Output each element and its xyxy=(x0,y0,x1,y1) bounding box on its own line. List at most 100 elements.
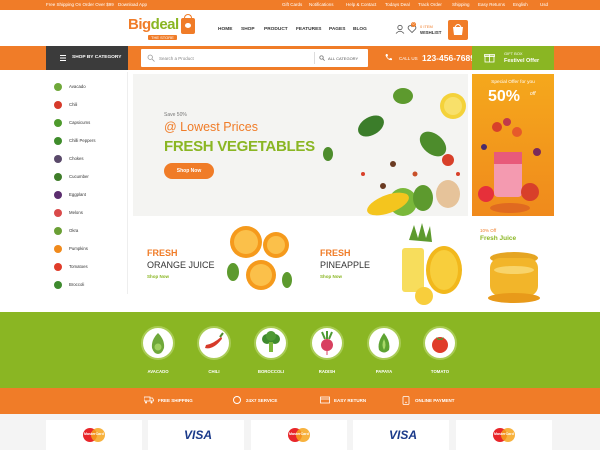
promo-shop-now-link[interactable]: Shop Now xyxy=(147,274,169,279)
promo-title: PINEAPPLE xyxy=(320,260,371,270)
truck-icon xyxy=(144,396,154,404)
sidebar-item-label: Avacado xyxy=(69,84,86,89)
sidebar-item-melons[interactable]: Melons xyxy=(52,206,126,220)
nav-blog[interactable]: BLOG xyxy=(353,27,367,32)
broccoli-icon xyxy=(262,331,280,352)
sidebar-item-tomatoes[interactable]: Tomatoes xyxy=(52,260,126,274)
nav-features[interactable]: FEATURES xyxy=(296,27,322,32)
artichoke-icon xyxy=(54,155,62,163)
tomato-icon xyxy=(54,263,62,271)
pepper-icon xyxy=(54,137,62,145)
promo-title: Fresh Juice xyxy=(480,235,517,242)
sidebar-item-capsicums[interactable]: Capsicums xyxy=(52,116,126,130)
cart-button[interactable] xyxy=(448,20,468,40)
toplink-todays-deal[interactable]: Todays Deal xyxy=(385,2,410,7)
sidebar-item-label: Chili xyxy=(69,102,78,107)
wishlist-count: 0 xyxy=(411,22,416,27)
promo-fresh-juice[interactable]: 10% Off Fresh Juice xyxy=(472,220,554,306)
feature-free-shipping: FREE SHIPPING xyxy=(158,398,193,403)
category-label: BOROCCOLI xyxy=(257,369,285,374)
sidebar-item-eggplant[interactable]: Eggplant xyxy=(52,188,126,202)
nav-product[interactable]: PRODUCT xyxy=(264,27,288,32)
sidebar-item-okra[interactable]: Okra xyxy=(52,224,126,238)
currency-select[interactable]: Usd xyxy=(540,2,548,7)
radish-icon xyxy=(321,331,333,355)
chili-icon xyxy=(205,332,224,349)
sidebar-item-label: Melons xyxy=(69,210,83,215)
sidebar-item-broccoli[interactable]: Broccoli xyxy=(52,278,126,292)
special-offer-percent: 50% xyxy=(488,88,521,105)
sidebar-item-chokes[interactable]: Chokes xyxy=(52,152,126,166)
toplink-track-order[interactable]: Track Order xyxy=(418,2,442,7)
header: Bigdeal THE STORE HOME SHOP PRODUCT FEAT… xyxy=(0,10,600,46)
sidebar-item-chili[interactable]: Chili xyxy=(52,98,126,112)
category-search-icon xyxy=(319,55,325,61)
payment-card-mastercard: MasterCard xyxy=(456,420,552,450)
melon-icon xyxy=(54,209,62,217)
sidebar-item-pumpkins[interactable]: Pumpkins xyxy=(52,242,126,256)
sidebar-item-chilli-peppers[interactable]: Chilli Peppers xyxy=(52,134,126,148)
shopping-bag-icon xyxy=(181,14,195,34)
eggplant-icon xyxy=(54,191,62,199)
promo-pineapple[interactable]: FRESH PINEAPPLE Shop Now xyxy=(304,220,468,306)
toplink-help[interactable]: Help & Contact xyxy=(346,2,376,7)
category-tomato[interactable] xyxy=(423,326,457,360)
category-sidebar: Avacado Chili Capsicums Chilli Peppers C… xyxy=(46,72,128,294)
category-papaya[interactable] xyxy=(367,326,401,360)
category-chili[interactable] xyxy=(197,326,231,360)
all-category-select[interactable]: ALL CATEGORY xyxy=(328,56,358,61)
toplink-easy-returns[interactable]: Easy Returns xyxy=(478,2,505,7)
category-radish[interactable] xyxy=(310,326,344,360)
smoothie-image xyxy=(478,118,541,213)
papaya-icon xyxy=(378,333,390,353)
avocado-icon xyxy=(151,333,165,354)
capsicum-icon xyxy=(54,119,62,127)
category-band xyxy=(0,312,600,388)
promo-shop-now-link[interactable]: Shop Now xyxy=(320,274,342,279)
cart-icon xyxy=(453,24,463,35)
special-offer-banner[interactable]: Special Offer for you 50% off xyxy=(472,74,554,216)
wishlist-label[interactable]: WISHLIST xyxy=(420,30,442,35)
payment-card-visa: VISA xyxy=(148,420,244,450)
sidebar-item-cucumber[interactable]: Cucumber xyxy=(52,170,126,184)
hero-save-text: Save 50% xyxy=(164,112,187,118)
vegetables-image xyxy=(323,88,466,216)
page: Free Shipping On Order Over $99 Download… xyxy=(0,0,600,450)
category-broccoli[interactable] xyxy=(254,326,288,360)
toplink-shipping[interactable]: Shipping xyxy=(452,2,470,7)
gift-box-banner[interactable]: GIFT BOX Festivel Offer xyxy=(472,46,554,70)
feature-easy-return: EASY RETURN xyxy=(334,398,367,403)
sidebar-item-label: Cucumber xyxy=(69,174,89,179)
special-offer-off: off xyxy=(530,91,536,97)
logo[interactable]: Bigdeal xyxy=(128,16,179,33)
nav-shop[interactable]: SHOP xyxy=(241,27,255,32)
category-label: CHILI xyxy=(208,369,220,374)
user-icon[interactable] xyxy=(395,24,405,34)
okra-icon xyxy=(54,227,62,235)
category-label: PAPAYA xyxy=(375,369,393,374)
shop-by-category-button[interactable]: SHOP BY CATEGORY xyxy=(46,46,128,70)
search-icon xyxy=(147,54,155,62)
toplink-gift-cards[interactable]: Gift Cards xyxy=(282,2,302,7)
toplink-notifications[interactable]: Notifications xyxy=(309,2,334,7)
wishlist-price: 0 ITEM xyxy=(420,24,433,29)
return-icon xyxy=(320,396,330,404)
hero-shop-now-button[interactable]: Shop Now xyxy=(164,163,214,179)
tomato-icon xyxy=(432,337,448,353)
sidebar-item-avacado[interactable]: Avacado xyxy=(52,80,126,94)
sidebar-item-label: Tomatoes xyxy=(69,264,88,269)
category-avacado[interactable] xyxy=(141,326,175,360)
honey-jar-image xyxy=(488,252,540,303)
search-input[interactable]: Search a Product xyxy=(159,56,194,61)
download-app-link[interactable]: Download App xyxy=(118,2,147,7)
top-bar: Free Shipping On Order Over $99 Download… xyxy=(0,0,600,10)
broccoli-icon xyxy=(54,281,62,289)
nav-home[interactable]: HOME xyxy=(218,27,232,32)
sidebar-item-label: Eggplant xyxy=(69,192,86,197)
promo-orange-juice[interactable]: FRESH ORANGE JUICE Shop Now xyxy=(133,220,298,306)
nav-pages[interactable]: PAGES xyxy=(329,27,345,32)
payment-label: MasterCard xyxy=(494,432,514,436)
call-us-label: CALL US xyxy=(399,56,418,61)
language-select[interactable]: English xyxy=(513,2,528,7)
logo-sub: THE STORE xyxy=(148,35,177,40)
